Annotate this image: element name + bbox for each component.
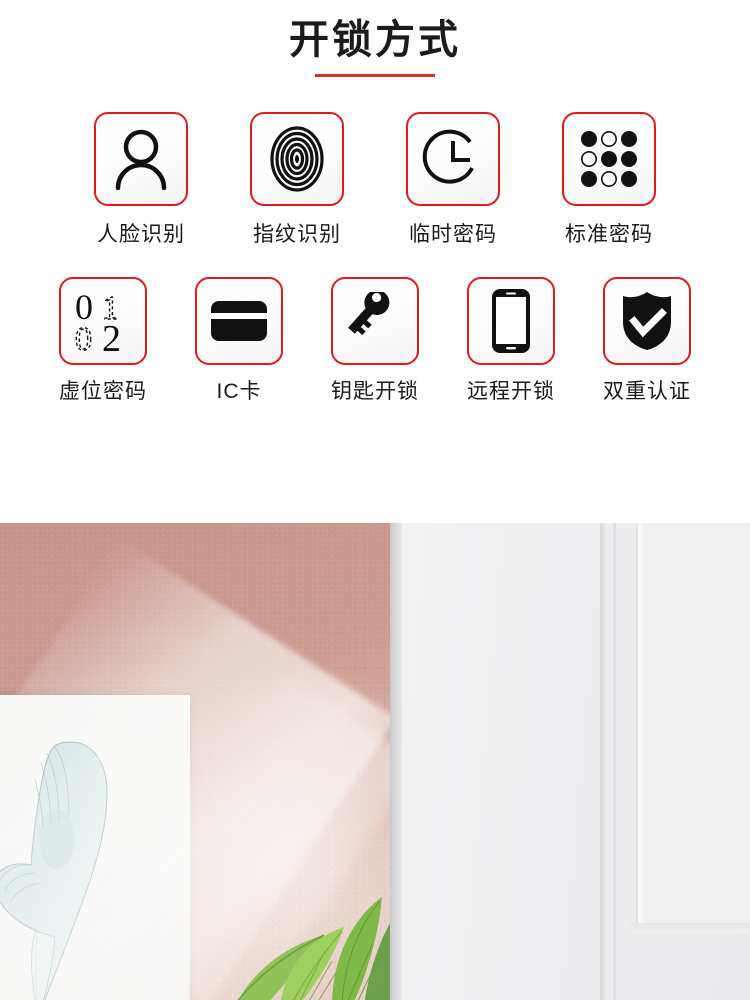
unlock-methods-row-2: 0 1 0 2 虚位密码 IC卡 钥匙开锁 远程开锁 双重认证 [0,277,750,405]
unlock-method-label: 临时密码 [409,223,497,246]
unlock-method-label: 钥匙开锁 [331,380,419,403]
unlock-method-label: 人脸识别 [97,223,185,246]
unlock-method-label: 双重认证 [603,380,691,403]
fingerprint-icon [268,125,326,193]
unlock-methods-row-1: 人脸识别 指纹识别 临时密码 标准密码 [0,112,750,248]
icon-tile [467,277,555,365]
dot-grid-icon [580,130,638,188]
page-title: 开锁方式 [289,18,461,62]
ic-card-icon [208,298,270,344]
unlock-method-decoy-password[interactable]: 0 1 0 2 虚位密码 [51,277,155,405]
unlock-method-label: 远程开锁 [467,380,555,403]
icon-tile [250,112,344,206]
door-seam-right [613,523,616,1000]
icon-tile [562,112,656,206]
whale-illustration [0,731,185,1000]
unlock-method-key[interactable]: 钥匙开锁 [323,277,427,405]
shield-check-icon [618,290,676,352]
wall-edge-shadow [390,523,402,1000]
door-panel-shadow [630,923,750,933]
unlock-methods-section: 开锁方式 人脸识别 指纹识别 临时密码 标准密码 0 1 0 2 虚位密码 IC… [0,0,750,523]
icon-tile [331,277,419,365]
unlock-method-standard-password[interactable]: 标准密码 [557,112,661,248]
unlock-method-face-recognition[interactable]: 人脸识别 [89,112,193,248]
title-underline-rule [315,74,435,77]
svg-text:0: 0 [75,321,92,354]
icon-tile [406,112,500,206]
smartphone-icon [491,288,531,354]
door-panel-inset [636,523,750,933]
unlock-method-label: IC卡 [216,380,262,403]
door-seam-left [600,523,607,1000]
icon-tile: 0 1 0 2 [59,277,147,365]
whale-art-print [0,695,190,1000]
icon-tile [94,112,188,206]
decoy-password-icon: 0 1 0 2 [72,288,134,354]
plant-leaves [228,841,403,1000]
face-recognition-icon [112,128,170,190]
product-photo: KAPUMAN 2021-03-26 08:08 1 2 3 4 5 6 7 8… [0,523,750,1000]
unlock-method-remote[interactable]: 远程开锁 [459,277,563,405]
unlock-method-temporary-password[interactable]: 临时密码 [401,112,505,248]
unlock-method-ic-card[interactable]: IC卡 [187,277,291,405]
unlock-method-label: 虚位密码 [59,380,147,403]
key-icon [346,292,404,350]
unlock-method-label: 指纹识别 [253,223,341,246]
clock-icon [422,128,484,190]
svg-text:2: 2 [102,318,121,354]
icon-tile [195,277,283,365]
unlock-method-fingerprint[interactable]: 指纹识别 [245,112,349,248]
unlock-method-dual-auth[interactable]: 双重认证 [595,277,699,405]
icon-tile [603,277,691,365]
unlock-method-label: 标准密码 [565,223,653,246]
